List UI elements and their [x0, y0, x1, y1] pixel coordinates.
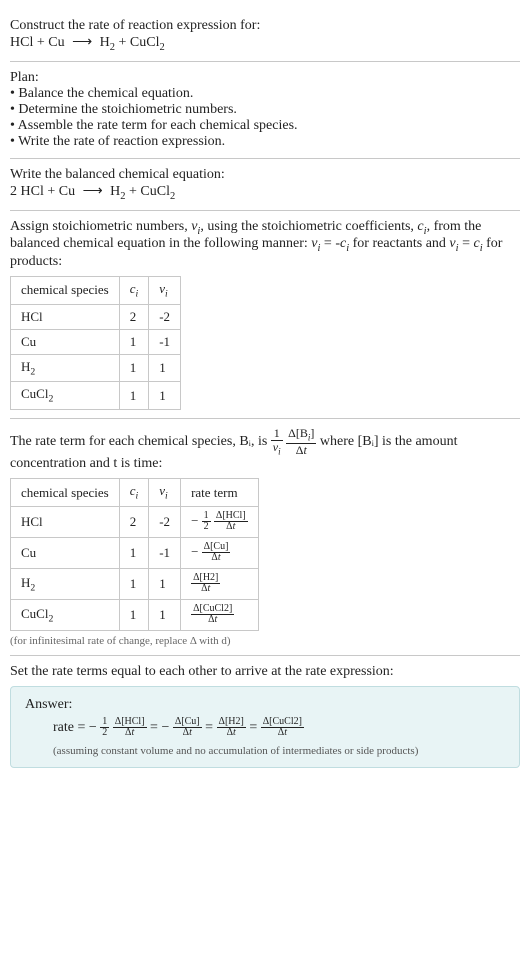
cell-c: 1	[119, 568, 149, 599]
table-row: Cu 1 -1 − Δ[Cu]Δt	[11, 537, 259, 568]
plan-bullet: • Write the rate of reaction expression.	[10, 134, 520, 150]
cell-c: 1	[119, 599, 149, 630]
cell-v: -1	[149, 537, 181, 568]
table-row: Cu 1 -1	[11, 329, 181, 354]
cell-c: 2	[119, 506, 149, 537]
intro-text-a: The rate term for each chemical species,…	[10, 434, 271, 449]
answer-label: Answer:	[25, 697, 505, 713]
cell-v: 1	[149, 599, 181, 630]
delta-note: (for infinitesimal rate of change, repla…	[10, 635, 520, 647]
plan-text: Write the rate of reaction expression.	[18, 134, 225, 149]
neg-sign: −	[89, 720, 97, 735]
rate-frac: Δ[H2]Δt	[217, 717, 246, 739]
col-rate: rate term	[181, 479, 259, 507]
cell-rate: − 12 Δ[HCl]Δt	[181, 506, 259, 537]
neg-sign: −	[191, 544, 198, 559]
rate-frac: Δ[CuCl2]Δt	[191, 604, 234, 626]
formula-frac: Δ[Bi]Δt	[286, 427, 316, 456]
coef-frac: 12	[100, 717, 109, 739]
stoich-intro: Assign stoichiometric numbers, νi, using…	[10, 219, 520, 271]
cell-v: -2	[149, 506, 181, 537]
rate-frac: Δ[Cu]Δt	[202, 542, 231, 564]
coef-frac: 12	[202, 511, 211, 533]
cell-c: 1	[119, 382, 149, 410]
rate-frac: Δ[H2]Δt	[191, 573, 220, 595]
rate-term-intro: The rate term for each chemical species,…	[10, 427, 520, 472]
cell-v: 1	[149, 382, 181, 410]
stoich-table: chemical species ci νi HCl 2 -2 Cu 1 -1 …	[10, 276, 181, 410]
cell-c: 2	[119, 304, 149, 329]
table-row: HCl 2 -2 − 12 Δ[HCl]Δt	[11, 506, 259, 537]
cell-c: 1	[119, 354, 149, 382]
rate-frac: Δ[HCl]Δt	[113, 717, 147, 739]
rate-frac: Δ[CuCl2]Δt	[261, 717, 304, 739]
cell-rate: − Δ[Cu]Δt	[181, 537, 259, 568]
table-header-row: chemical species ci νi rate term	[11, 479, 259, 507]
col-species: chemical species	[11, 277, 120, 305]
table-row: HCl 2 -2	[11, 304, 181, 329]
cell-v: -1	[149, 329, 181, 354]
rate-label: rate =	[53, 720, 89, 735]
rate-expression: rate = − 12 Δ[HCl]Δt = − Δ[Cu]Δt = Δ[H2]…	[25, 717, 505, 739]
cell-species: Cu	[11, 537, 120, 568]
cell-v: -2	[149, 304, 181, 329]
col-v: νi	[149, 277, 181, 305]
table-row: CuCl2 1 1 Δ[CuCl2]Δt	[11, 599, 259, 630]
cell-c: 1	[119, 537, 149, 568]
plan-text: Determine the stoichiometric numbers.	[18, 102, 237, 117]
balanced-heading: Write the balanced chemical equation:	[10, 167, 520, 183]
rate-term-table: chemical species ci νi rate term HCl 2 -…	[10, 478, 259, 631]
stoich-section: Assign stoichiometric numbers, νi, using…	[10, 211, 520, 419]
plan-section: Plan: • Balance the chemical equation. •…	[10, 62, 520, 159]
cell-rate: Δ[CuCl2]Δt	[181, 599, 259, 630]
table-header-row: chemical species ci νi	[11, 277, 181, 305]
rate-frac: Δ[Cu]Δt	[173, 717, 202, 739]
cell-species: H2	[11, 354, 120, 382]
cell-v: 1	[149, 354, 181, 382]
balanced-section: Write the balanced chemical equation: 2 …	[10, 159, 520, 211]
plan-bullet: • Assemble the rate term for each chemic…	[10, 118, 520, 134]
arrow-icon: ⟶	[68, 34, 96, 51]
cell-v: 1	[149, 568, 181, 599]
unbalanced-equation: HCl + Cu ⟶ H2 + CuCl2	[10, 34, 520, 53]
arrow-icon: ⟶	[79, 183, 107, 200]
col-c: ci	[119, 479, 149, 507]
cell-species: CuCl2	[11, 382, 120, 410]
plan-heading: Plan:	[10, 70, 520, 86]
col-species: chemical species	[11, 479, 120, 507]
plan-text: Balance the chemical equation.	[18, 86, 193, 101]
formula-frac: 1νi	[271, 427, 283, 456]
cell-rate: Δ[H2]Δt	[181, 568, 259, 599]
answer-box: Answer: rate = − 12 Δ[HCl]Δt = − Δ[Cu]Δt…	[10, 686, 520, 768]
balanced-equation: 2 HCl + Cu ⟶ H2 + CuCl2	[10, 183, 520, 202]
plan-text: Assemble the rate term for each chemical…	[18, 118, 298, 133]
plan-bullet: • Determine the stoichiometric numbers.	[10, 102, 520, 118]
cell-species: CuCl2	[11, 599, 120, 630]
plan-bullet: • Balance the chemical equation.	[10, 86, 520, 102]
col-c: ci	[119, 277, 149, 305]
table-row: H2 1 1 Δ[H2]Δt	[11, 568, 259, 599]
table-row: CuCl2 1 1	[11, 382, 181, 410]
table-row: H2 1 1	[11, 354, 181, 382]
cell-species: Cu	[11, 329, 120, 354]
neg-sign: −	[161, 720, 169, 735]
rate-term-section: The rate term for each chemical species,…	[10, 419, 520, 656]
cell-species: HCl	[11, 506, 120, 537]
answer-note: (assuming constant volume and no accumul…	[25, 745, 505, 757]
col-v: νi	[149, 479, 181, 507]
final-section: Set the rate terms equal to each other t…	[10, 656, 520, 776]
cell-species: H2	[11, 568, 120, 599]
cell-c: 1	[119, 329, 149, 354]
prompt-section: Construct the rate of reaction expressio…	[10, 10, 520, 62]
neg-sign: −	[191, 513, 198, 528]
prompt-title: Construct the rate of reaction expressio…	[10, 18, 520, 34]
final-heading: Set the rate terms equal to each other t…	[10, 664, 520, 680]
cell-species: HCl	[11, 304, 120, 329]
rate-frac: Δ[HCl]Δt	[214, 511, 248, 533]
